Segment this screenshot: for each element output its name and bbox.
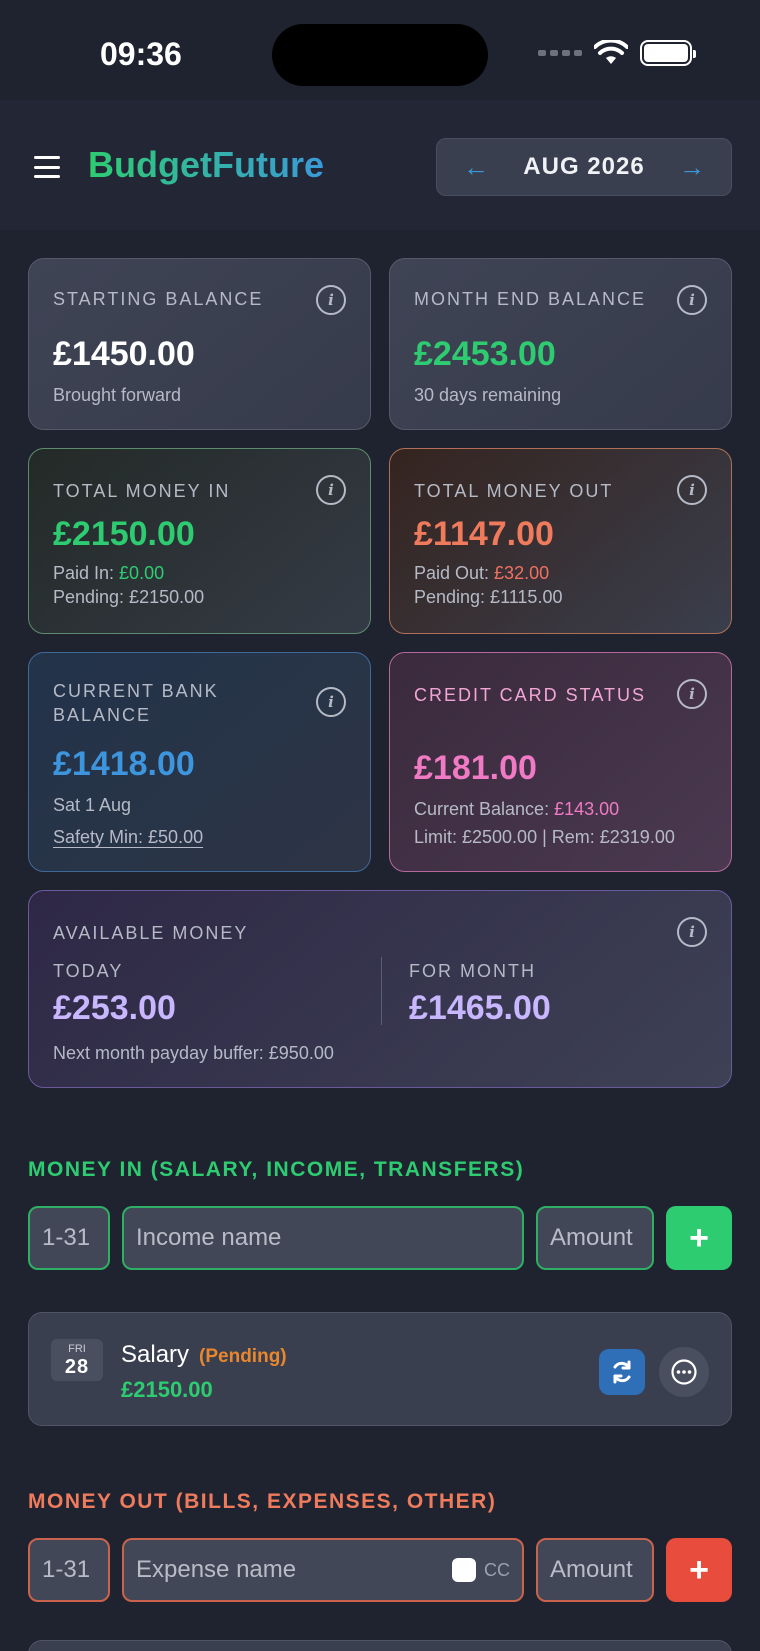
- income-name-placeholder: Income name: [136, 1224, 282, 1251]
- entry-day-of-week: FRI: [68, 1343, 86, 1355]
- card-title: STARTING BALANCE: [53, 289, 264, 309]
- pending-in-line: Pending: £2150.00: [53, 587, 205, 607]
- paid-in-line: Paid In: £0.00: [53, 561, 164, 585]
- info-icon[interactable]: i: [677, 475, 707, 505]
- income-entry-salary[interactable]: FRI 28 Salary (Pending) £2150.00: [28, 1312, 732, 1426]
- expense-day-input[interactable]: 1-31: [28, 1538, 110, 1602]
- total-money-in-value: £2150.00: [53, 515, 195, 553]
- credit-card-value: £181.00: [414, 749, 537, 787]
- entry-name-line: Salary (Pending): [121, 1341, 287, 1369]
- card-title: CREDIT CARD STATUS: [414, 685, 647, 705]
- bank-balance-date: Sat 1 Aug: [53, 795, 132, 815]
- menu-icon[interactable]: [34, 156, 60, 178]
- credit-current-value: £143.00: [554, 799, 620, 819]
- card-title-line1: CURRENT BANK: [53, 681, 219, 701]
- current-month: AUG 2026: [523, 153, 645, 180]
- info-icon[interactable]: i: [316, 687, 346, 717]
- credit-card-status-card: CREDIT CARD STATUS i £181.00 Current Bal…: [389, 652, 732, 872]
- expense-entry-card[interactable]: [28, 1640, 732, 1651]
- entry-name: Salary: [121, 1341, 190, 1368]
- recurring-button[interactable]: [599, 1349, 645, 1395]
- plus-icon: +: [689, 1218, 709, 1257]
- bank-balance-value: £1418.00: [53, 745, 195, 783]
- total-money-out-value: £1147.00: [414, 515, 554, 553]
- card-title: MONTH END BALANCE: [414, 289, 647, 309]
- paid-in-value: £0.00: [119, 563, 165, 583]
- expense-amount-placeholder: Amount: [550, 1556, 633, 1583]
- month-end-balance-value: £2453.00: [414, 335, 556, 373]
- card-title-line2: BALANCE: [53, 705, 152, 725]
- status-bar: 09:36: [0, 0, 760, 100]
- expense-name-placeholder: Expense name: [136, 1556, 297, 1583]
- available-money-card: AVAILABLE MONEY i TODAY £253.00 FOR MONT…: [28, 890, 732, 1088]
- arrow-left-icon[interactable]: ←: [463, 152, 489, 183]
- current-bank-balance-card: CURRENT BANK BALANCE i £1418.00 Sat 1 Au…: [28, 652, 371, 872]
- card-title: AVAILABLE MONEY: [53, 923, 249, 943]
- expense-day-placeholder: 1-31: [42, 1556, 91, 1583]
- dynamic-island: [272, 24, 488, 86]
- plus-icon: +: [689, 1550, 709, 1589]
- available-month-value: £1465.00: [409, 989, 551, 1027]
- total-money-out-card: TOTAL MONEY OUT i £1147.00 Paid Out: £32…: [389, 448, 732, 634]
- income-day-input[interactable]: 1-31: [28, 1206, 110, 1270]
- income-amount-placeholder: Amount: [550, 1224, 633, 1251]
- more-icon: [671, 1359, 697, 1385]
- add-income-button[interactable]: +: [666, 1206, 732, 1270]
- income-amount-input[interactable]: Amount: [536, 1206, 654, 1270]
- cellular-signal-icon: [538, 50, 582, 56]
- today-label: TODAY: [53, 961, 124, 981]
- recurring-icon: [613, 1360, 631, 1384]
- divider: [381, 957, 382, 1025]
- more-options-button[interactable]: [659, 1347, 709, 1397]
- credit-limit-line: Limit: £2500.00 | Rem: £2319.00: [414, 827, 675, 847]
- starting-balance-card: STARTING BALANCE i £1450.00 Brought forw…: [28, 258, 371, 430]
- paid-out-value: £32.00: [494, 563, 550, 583]
- info-icon[interactable]: i: [677, 285, 707, 315]
- income-name-input[interactable]: Income name: [122, 1206, 524, 1270]
- card-title: TOTAL MONEY IN: [53, 481, 231, 501]
- credit-current-balance-line: Current Balance: £143.00: [414, 797, 619, 821]
- starting-balance-value: £1450.00: [53, 335, 195, 373]
- paid-out-label: Paid Out:: [414, 563, 495, 583]
- add-expense-button[interactable]: +: [666, 1538, 732, 1602]
- date-badge: FRI 28: [51, 1339, 103, 1381]
- app-title: BudgetFuture: [88, 144, 324, 185]
- available-today-value: £253.00: [53, 989, 176, 1027]
- expense-name-input[interactable]: Expense name CC: [122, 1538, 524, 1602]
- entry-day-of-month: 28: [64, 1356, 90, 1378]
- month-selector: ← AUG 2026 →: [436, 138, 732, 196]
- total-money-in-card: TOTAL MONEY IN i £2150.00 Paid In: £0.00…: [28, 448, 371, 634]
- card-subtext: Brought forward: [53, 385, 182, 405]
- status-icons: [538, 40, 696, 66]
- safety-min-link[interactable]: Safety Min: £50.00: [53, 825, 203, 849]
- info-icon[interactable]: i: [677, 679, 707, 709]
- card-subtext: 30 days remaining: [414, 385, 562, 405]
- credit-card-toggle[interactable]: CC: [452, 1558, 510, 1582]
- card-title: CURRENT BANK BALANCE: [53, 679, 219, 727]
- money-in-section-title: MONEY IN (SALARY, INCOME, TRANSFERS): [28, 1158, 525, 1181]
- expense-amount-input[interactable]: Amount: [536, 1538, 654, 1602]
- payday-buffer-text: Next month payday buffer: £950.00: [53, 1043, 334, 1063]
- credit-current-label: Current Balance:: [414, 799, 555, 819]
- app-header: BudgetFuture ← AUG 2026 →: [0, 100, 760, 230]
- battery-icon: [640, 40, 696, 66]
- info-icon[interactable]: i: [677, 917, 707, 947]
- wifi-icon: [594, 40, 628, 64]
- money-out-section-title: MONEY OUT (BILLS, EXPENSES, OTHER): [28, 1490, 497, 1513]
- cc-label: CC: [484, 1559, 510, 1580]
- card-title: TOTAL MONEY OUT: [414, 481, 614, 501]
- pending-out-line: Pending: £1115.00: [414, 587, 563, 607]
- status-time: 09:36: [100, 36, 182, 72]
- entry-status: (Pending): [199, 1346, 287, 1367]
- income-day-placeholder: 1-31: [42, 1224, 91, 1251]
- cc-checkbox[interactable]: [452, 1558, 476, 1582]
- paid-in-label: Paid In:: [53, 563, 120, 583]
- entry-amount: £2150.00: [121, 1377, 213, 1402]
- for-month-label: FOR MONTH: [409, 961, 536, 981]
- month-end-balance-card: MONTH END BALANCE i £2453.00 30 days rem…: [389, 258, 732, 430]
- arrow-right-icon[interactable]: →: [679, 152, 705, 183]
- paid-out-line: Paid Out: £32.00: [414, 561, 549, 585]
- info-icon[interactable]: i: [316, 285, 346, 315]
- info-icon[interactable]: i: [316, 475, 346, 505]
